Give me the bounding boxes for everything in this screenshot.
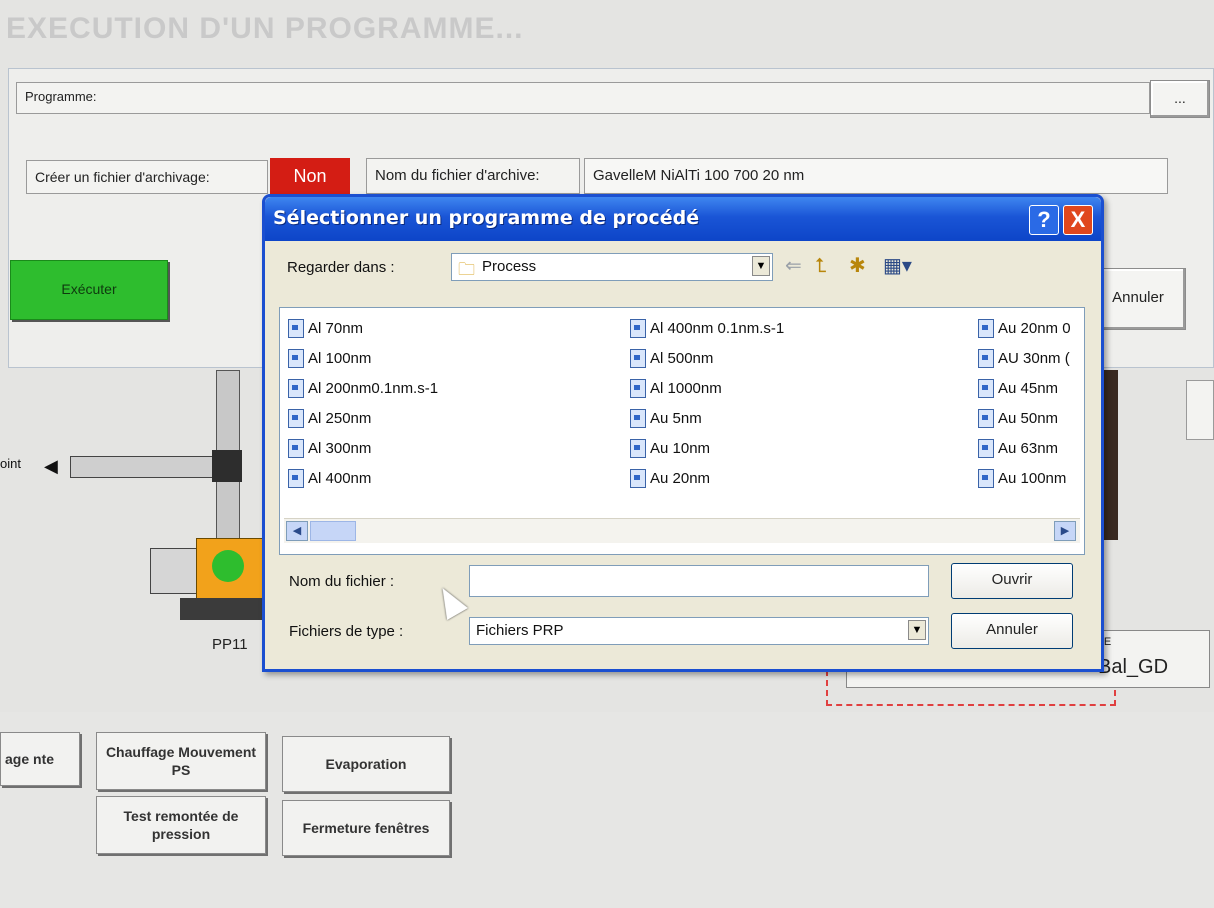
file-icon — [978, 318, 994, 338]
file-icon — [288, 468, 304, 488]
archive-name-label: Nom du fichier d'archive: — [366, 158, 580, 194]
file-icon — [630, 468, 646, 488]
close-windows-button[interactable]: Fermeture fenêtres — [282, 800, 450, 856]
list-item[interactable]: Al 400nm 0.1nm.s-1 — [630, 314, 960, 342]
list-item[interactable]: Al 500nm — [630, 344, 960, 372]
list-item[interactable]: Au 20nm — [630, 464, 960, 492]
point-label: oint — [0, 456, 21, 471]
pump-label: PP11 — [212, 636, 248, 653]
pump-status-indicator — [212, 550, 244, 582]
scroll-right-icon[interactable]: ▶ — [1054, 521, 1076, 541]
list-item[interactable]: AU 30nm ( — [978, 344, 1082, 372]
chevron-down-icon[interactable]: ▼ — [752, 256, 770, 276]
list-item[interactable]: Al 300nm — [288, 434, 608, 462]
file-list[interactable]: Al 70nm Al 100nm Al 200nm0.1nm.s-1 Al 25… — [279, 307, 1085, 555]
bottom-button-1[interactable]: age nte — [0, 732, 80, 786]
list-item[interactable]: Al 250nm — [288, 404, 608, 432]
list-item[interactable]: Au 20nm 0 — [978, 314, 1082, 342]
evaporation-button[interactable]: Evaporation — [282, 736, 450, 792]
list-item[interactable]: Au 10nm — [630, 434, 960, 462]
filename-label: Nom du fichier : — [289, 573, 395, 590]
close-button[interactable]: X — [1063, 205, 1093, 235]
horizontal-pipe — [70, 456, 222, 478]
file-icon — [978, 348, 994, 368]
list-item[interactable]: Al 200nm0.1nm.s-1 — [288, 374, 608, 402]
scroll-thumb[interactable] — [310, 521, 356, 541]
dialog-titlebar: Sélectionner un programme de procédé ? X — [265, 197, 1101, 241]
file-icon — [630, 408, 646, 428]
pressure-test-button[interactable]: Test remontée de pression — [96, 796, 266, 854]
archive-name-input[interactable]: GavelleM NiAlTi 100 700 20 nm — [584, 158, 1168, 194]
file-icon — [288, 318, 304, 338]
list-item[interactable]: Al 100nm — [288, 344, 608, 372]
filetype-value: Fichiers PRP — [476, 622, 564, 639]
filename-input[interactable] — [469, 565, 929, 597]
list-item[interactable]: Au 100nm — [978, 464, 1082, 492]
dialog-title: Sélectionner un programme de procédé — [273, 207, 700, 229]
chevron-down-icon[interactable]: ▼ — [908, 620, 926, 640]
open-button[interactable]: Ouvrir — [951, 563, 1073, 599]
list-item[interactable]: Au 5nm — [630, 404, 960, 432]
archive-label: Créer un fichier d'archivage: — [26, 160, 268, 194]
horizontal-scrollbar[interactable]: ◀ ▶ — [284, 518, 1080, 543]
programme-field[interactable]: Programme: — [16, 82, 1150, 114]
schematic: ◀ oint PP11 — [0, 370, 300, 690]
list-item[interactable]: Al 70nm — [288, 314, 608, 342]
file-icon — [630, 438, 646, 458]
file-icon — [630, 378, 646, 398]
filetype-dropdown[interactable]: Fichiers PRP ▼ — [469, 617, 929, 645]
list-item[interactable]: Au 45nm — [978, 374, 1082, 402]
file-icon — [978, 468, 994, 488]
new-folder-icon[interactable]: ✱ — [849, 255, 866, 277]
browse-button[interactable]: ... — [1150, 80, 1210, 118]
status-panel-value: Bal_GD — [1098, 656, 1169, 678]
file-icon — [288, 348, 304, 368]
filetype-label: Fichiers de type : — [289, 623, 404, 640]
back-arrow-icon[interactable]: ⇐ — [785, 255, 802, 277]
file-icon — [978, 408, 994, 428]
arrow-left-icon: ◀ — [44, 456, 58, 476]
scroll-left-icon[interactable]: ◀ — [286, 521, 308, 541]
list-item[interactable]: Al 400nm — [288, 464, 608, 492]
pipe-junction — [212, 450, 242, 482]
help-button[interactable]: ? — [1029, 205, 1059, 235]
app-title: EXECUTION D'UN PROGRAMME... — [6, 12, 524, 45]
list-item[interactable]: Au 63nm — [978, 434, 1082, 462]
cancel-button[interactable]: Annuler — [1090, 268, 1186, 330]
side-indicator — [1186, 380, 1214, 440]
look-in-label: Regarder dans : — [287, 259, 395, 276]
file-icon — [288, 408, 304, 428]
file-icon — [630, 348, 646, 368]
file-icon — [288, 378, 304, 398]
file-icon — [978, 438, 994, 458]
view-menu-icon[interactable]: ▦▾ — [883, 255, 912, 277]
dialog-cancel-button[interactable]: Annuler — [951, 613, 1073, 649]
list-item[interactable]: Al 1000nm — [630, 374, 960, 402]
cancel-label: Annuler — [1112, 289, 1164, 306]
look-in-value: Process — [482, 258, 537, 275]
up-folder-icon[interactable]: ⮤ — [815, 255, 827, 277]
folder-icon: 🗀 — [458, 260, 475, 279]
list-item[interactable]: Au 50nm — [978, 404, 1082, 432]
open-file-dialog: Sélectionner un programme de procédé ? X… — [262, 194, 1104, 672]
file-icon — [978, 378, 994, 398]
file-icon — [630, 318, 646, 338]
heating-movement-button[interactable]: Chauffage Mouvement PS — [96, 732, 266, 790]
look-in-dropdown[interactable]: 🗀 Process ▼ — [451, 253, 773, 281]
archive-toggle-button[interactable]: Non — [270, 158, 350, 194]
programme-label: Programme: — [25, 89, 97, 104]
execute-button[interactable]: Exécuter — [10, 260, 168, 320]
file-icon — [288, 438, 304, 458]
